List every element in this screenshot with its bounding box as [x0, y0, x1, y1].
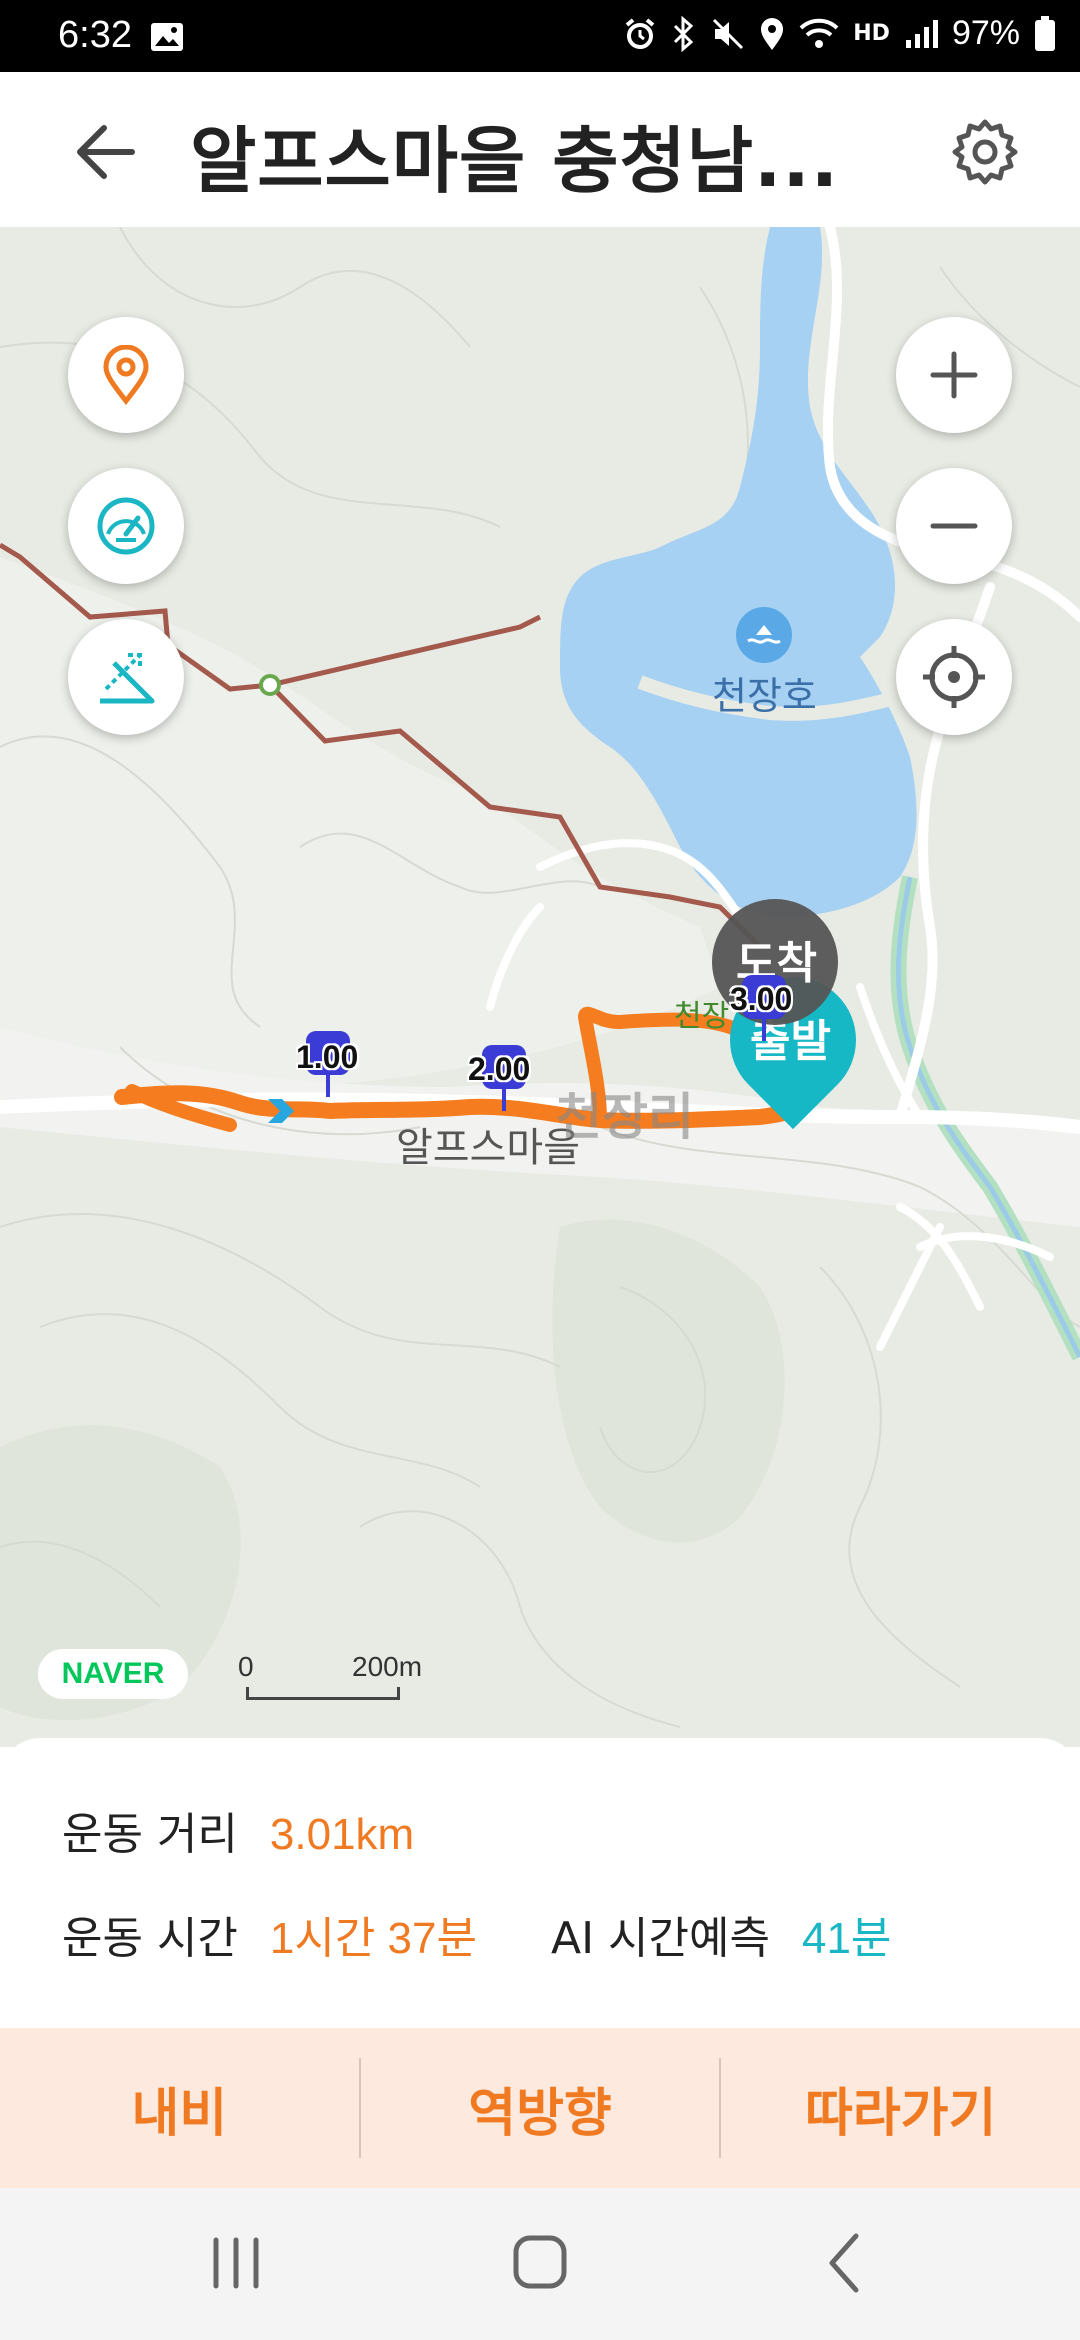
scale-start: 0: [238, 1651, 254, 1682]
scale-bar: [246, 1687, 400, 1700]
battery-percent: 97%: [951, 14, 1020, 52]
time-value: 1시간 37분: [269, 1914, 477, 1963]
location-pin-button[interactable]: [68, 317, 184, 433]
action-bar: 내비 역방향 따라가기: [0, 2028, 1080, 2188]
alarm-icon: [625, 17, 655, 49]
location-pin-icon: [103, 345, 149, 405]
village-label: 알프스마을: [396, 1126, 580, 1170]
distance-label: 운동 거리: [62, 1809, 238, 1860]
navi-button[interactable]: 내비: [0, 2028, 359, 2188]
image-notification-icon: [150, 22, 184, 56]
minus-icon: [930, 523, 978, 529]
wifi-icon: [799, 18, 839, 48]
signal-icon: [905, 19, 938, 48]
naver-logo[interactable]: NAVER: [38, 1649, 188, 1699]
gear-icon[interactable]: [950, 117, 1020, 187]
speedometer-button[interactable]: [68, 468, 184, 584]
status-time: 6:32: [58, 14, 132, 56]
zoom-in-button[interactable]: [896, 317, 1012, 433]
mute-icon: [713, 18, 744, 49]
distance-row: 운동 거리 3.01km: [62, 1798, 414, 1862]
km-marker-2-label: 2.00: [468, 1051, 531, 1087]
speedometer-icon: [97, 497, 155, 555]
status-icons: HD 97%: [623, 14, 1056, 53]
route-map[interactable]: 천장호 알프스마을 천장리 천장 1.00 2.00 출발 도착 3.00 NA…: [0, 227, 1080, 1747]
time-row: 운동 시간 1시간 37분 AI 시간예측 41분: [62, 1902, 891, 1966]
location-status-icon: [761, 17, 784, 50]
recent-apps-icon[interactable]: [196, 2228, 276, 2298]
my-location-button[interactable]: [896, 619, 1012, 735]
route-info-panel: 운동 거리 3.01km 운동 시간 1시간 37분 AI 시간예측 41분: [0, 1738, 1080, 2028]
page-title: 알프스마을 충청남...: [190, 119, 840, 203]
crosshair-icon: [923, 646, 985, 708]
km-marker-1-label: 1.00: [296, 1039, 359, 1075]
back-nav-icon[interactable]: [804, 2228, 884, 2298]
follow-button[interactable]: 따라가기: [721, 2028, 1080, 2188]
time-label: 운동 시간: [62, 1913, 238, 1964]
system-nav-bar: [0, 2188, 1080, 2340]
plus-icon: [930, 351, 978, 399]
hd-voice-badge: HD: [853, 21, 890, 46]
reverse-button[interactable]: 역방향: [361, 2028, 720, 2188]
bluetooth-icon: [674, 15, 694, 52]
battery-icon: [1035, 15, 1055, 51]
home-icon[interactable]: [500, 2228, 580, 2298]
place-label: 천장: [674, 1000, 730, 1033]
ai-time-label: AI 시간예측: [550, 1913, 770, 1964]
area-label: 천장리: [556, 1089, 694, 1145]
app-header: 알프스마을 충청남...: [0, 72, 1080, 227]
zoom-out-button[interactable]: [896, 468, 1012, 584]
status-bar: 6:32 HD 97%: [0, 0, 1080, 72]
lake-label: 천장호: [712, 676, 817, 718]
distance-value: 3.01km: [269, 1810, 415, 1859]
scale-end: 200m: [352, 1651, 423, 1682]
map-canvas: [0, 227, 1080, 1747]
km-marker-3-label: 3.00: [730, 981, 793, 1017]
elevation-icon: [100, 653, 155, 704]
elevation-button[interactable]: [68, 619, 184, 735]
lake-icon: [736, 607, 792, 663]
ai-time-value: 41분: [801, 1914, 892, 1963]
back-arrow-icon[interactable]: [72, 122, 142, 182]
